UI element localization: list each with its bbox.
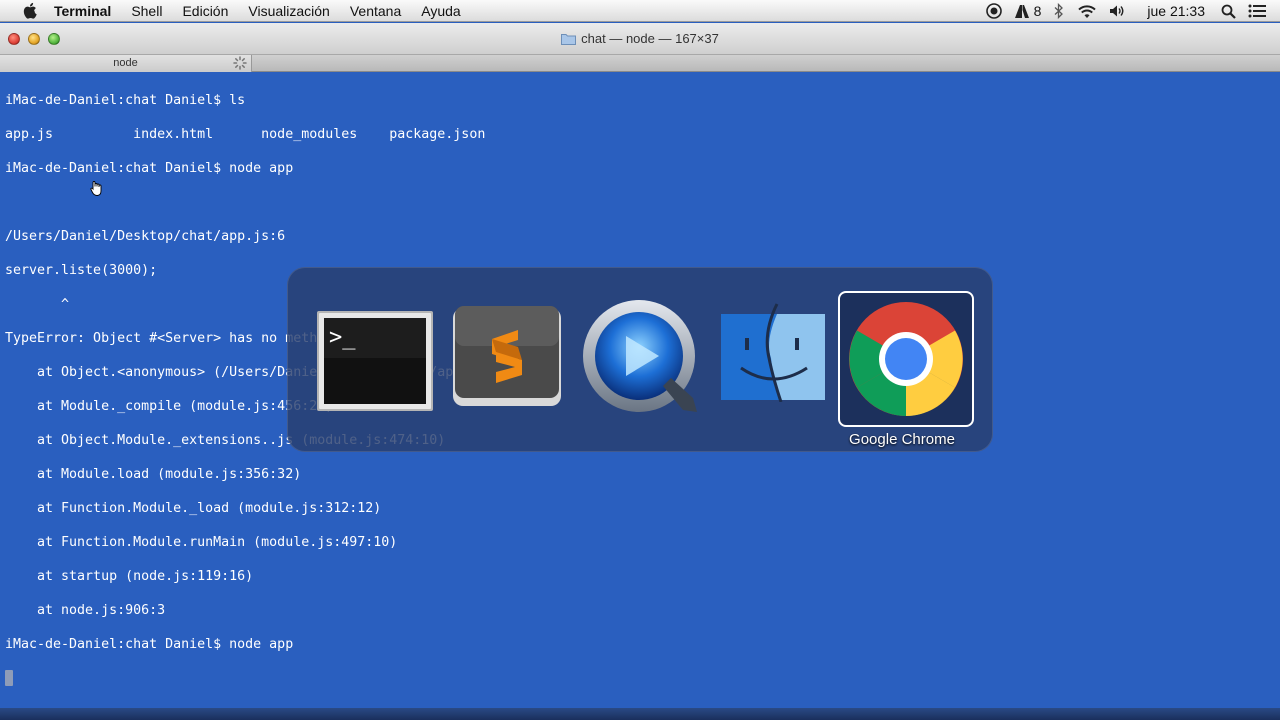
terminal-line: /Users/Daniel/Desktop/chat/app.js:6 [5,229,286,244]
menu-terminal[interactable]: Terminal [54,3,111,19]
terminal-line: iMac-de-Daniel:chat Daniel$ node app [5,637,294,652]
adobe-icon[interactable] [1014,4,1030,19]
finder-app-icon [721,303,825,403]
terminal-line: at Function.Module._load (module.js:312:… [5,501,382,516]
menubar-clock[interactable]: jue 21:33 [1147,3,1205,19]
tab-bar: node [0,55,1280,72]
switcher-app-finder[interactable] [721,302,825,403]
terminal-line: at node.js:906:3 [5,603,166,618]
bluetooth-icon[interactable] [1053,3,1065,19]
switcher-selected-app-label: Google Chrome [849,431,955,448]
menu-bar: Terminal Shell Edición Visualización Ven… [0,0,1280,22]
menu-visualizacion[interactable]: Visualización [248,3,329,19]
window-title: chat — node — 167×37 [581,31,719,46]
terminal-line: app.js index.html node_modules package.j… [5,127,486,142]
dock-edge [0,708,1280,720]
switcher-app-sublime-text[interactable] [447,304,567,412]
menu-ayuda[interactable]: Ayuda [421,3,460,19]
switcher-app-google-chrome[interactable] [838,291,974,427]
terminal-line: iMac-de-Daniel:chat Daniel$ ls [5,93,246,108]
wifi-icon[interactable] [1077,4,1097,19]
menu-ventana[interactable]: Ventana [350,3,401,19]
switcher-app-terminal[interactable]: >_ [316,310,434,412]
apple-icon[interactable] [18,0,40,22]
window-titlebar[interactable]: chat — node — 167×37 [0,23,1280,55]
activity-spinner-icon [233,56,247,70]
menu-edicion[interactable]: Edición [182,3,228,19]
svg-text:>_: >_ [329,325,356,350]
terminal-line: iMac-de-Daniel:chat Daniel$ node app [5,161,294,176]
record-icon[interactable] [985,3,1002,19]
menu-shell[interactable]: Shell [131,3,162,19]
spotlight-icon[interactable] [1221,4,1236,19]
terminal-cursor [5,670,13,686]
notification-list-icon[interactable] [1248,4,1266,18]
switcher-app-quicktime[interactable] [581,300,701,418]
volume-icon[interactable] [1109,4,1125,18]
mouse-pointer-icon [90,180,104,203]
terminal-line: at Module.load (module.js:356:32) [5,467,302,482]
adobe-count: 8 [1033,3,1042,19]
tab-node[interactable]: node [0,55,252,72]
chrome-app-icon [849,302,963,416]
terminal-app-icon: >_ [317,311,433,411]
tab-label: node [113,57,138,69]
terminal-line: at Function.Module.runMain (module.js:49… [5,535,398,550]
terminal-line: at startup (node.js:119:16) [5,569,254,584]
folder-icon [561,33,577,45]
sublime-text-app-icon [453,306,561,406]
quicktime-app-icon [583,300,697,412]
